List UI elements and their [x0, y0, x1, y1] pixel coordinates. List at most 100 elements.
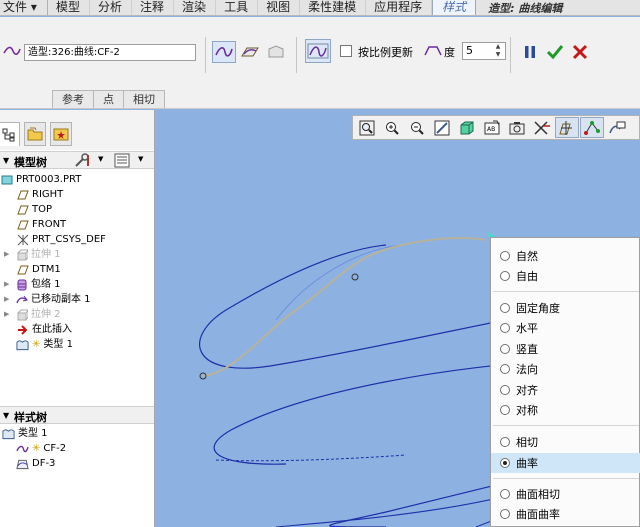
model-tree-tab-icon[interactable]: [0, 122, 20, 146]
style-tree-item-df-3[interactable]: DF-3: [16, 456, 55, 471]
cos-curve-button[interactable]: [264, 41, 288, 63]
menu-option-vertical[interactable]: 竖直: [491, 339, 640, 359]
tree-item-extrude-2[interactable]: ▶ 拉伸 2: [4, 307, 61, 322]
tree-item-extrude-1[interactable]: ▶ 拉伸 1: [4, 247, 61, 262]
menu-option-symmetric[interactable]: 对称: [491, 400, 640, 420]
tools-dropdown-icon[interactable]: ▼: [98, 155, 103, 163]
menu-option-surface-curvature[interactable]: 曲面曲率: [491, 504, 640, 524]
tab-points[interactable]: 点: [93, 90, 124, 108]
view-toolbar: AB: [352, 115, 640, 140]
settings-tools-icon[interactable]: [74, 153, 92, 171]
radio-button[interactable]: [500, 509, 510, 519]
model-tree-header[interactable]: ▼ 模型树 ▼ ▼: [0, 151, 154, 171]
annotation-display-icon[interactable]: [605, 117, 629, 138]
radio-button[interactable]: [500, 303, 510, 313]
menu-option-natural[interactable]: 自然: [491, 246, 640, 266]
menu-option-horizontal[interactable]: 水平: [491, 318, 640, 338]
tree-item-right-plane[interactable]: RIGHT: [16, 187, 63, 202]
tab-tangency[interactable]: 相切: [123, 90, 165, 108]
curvature-plot-button[interactable]: [305, 39, 331, 63]
datum-display-icon[interactable]: [530, 117, 554, 138]
show-list-icon[interactable]: [114, 153, 130, 171]
radio-button-selected[interactable]: [500, 458, 510, 468]
radio-button[interactable]: [500, 251, 510, 261]
menu-applications[interactable]: 应用程序: [366, 0, 433, 15]
menu-option-free[interactable]: 自由: [491, 266, 640, 286]
menu-tools[interactable]: 工具: [216, 0, 259, 15]
zoom-in-icon[interactable]: [380, 117, 404, 138]
show-dropdown-icon[interactable]: ▼: [138, 155, 143, 163]
radio-button[interactable]: [500, 489, 510, 499]
expand-arrow-icon[interactable]: ▶: [4, 247, 12, 262]
menu-analysis[interactable]: 分析: [90, 0, 133, 15]
proportional-update-checkbox[interactable]: [340, 45, 352, 57]
radio-button[interactable]: [500, 271, 510, 281]
menu-option-curvature[interactable]: 曲率: [491, 453, 640, 473]
tangency-context-menu: 自然 自由 固定角度 水平 竖直 法向 对齐 对称 相切 曲率 曲面相切 曲面曲…: [490, 237, 640, 527]
free-curve-button[interactable]: [212, 41, 236, 63]
radio-button[interactable]: [500, 405, 510, 415]
menu-file[interactable]: 文件 ▾: [0, 0, 48, 15]
degree-icon: [424, 44, 442, 59]
star-icon: ✳: [32, 339, 41, 350]
folder-browser-tab-icon[interactable]: [24, 122, 46, 146]
tree-item-part[interactable]: PRT0003.PRT: [0, 172, 81, 187]
tab-references[interactable]: 参考: [52, 90, 94, 108]
menu-separator: [493, 425, 639, 426]
point-display-icon[interactable]: [580, 117, 604, 138]
expand-arrow-icon[interactable]: ▶: [4, 307, 12, 322]
pause-button[interactable]: [518, 41, 542, 63]
tree-item-moved-copy-1[interactable]: ▶ 已移动副本 1: [4, 292, 91, 307]
style-tree-item-cf-2[interactable]: ✳ CF-2: [16, 441, 66, 456]
style-tree-header[interactable]: ▼ 样式树: [0, 406, 154, 424]
menu-option-align[interactable]: 对齐: [491, 380, 640, 400]
tree-item-front-plane[interactable]: FRONT: [16, 217, 66, 232]
moved-copy-icon: [15, 293, 28, 306]
menu-view[interactable]: 视图: [258, 0, 301, 15]
tree-item-top-plane[interactable]: TOP: [16, 202, 52, 217]
saved-views-icon[interactable]: AB: [480, 117, 504, 138]
planar-curve-button[interactable]: [238, 41, 262, 63]
menu-render[interactable]: 渲染: [174, 0, 217, 15]
collapse-caret-icon[interactable]: ▼: [3, 411, 9, 420]
expand-arrow-icon[interactable]: ▶: [4, 277, 12, 292]
tree-item-style-1[interactable]: ✳ 类型 1: [16, 337, 73, 352]
menu-flexible-modeling[interactable]: 柔性建模: [300, 0, 367, 15]
radio-button[interactable]: [500, 344, 510, 354]
view-manager-icon[interactable]: [505, 117, 529, 138]
tree-item-dtm1[interactable]: DTM1: [16, 262, 61, 277]
curve-name-field[interactable]: 造型:326:曲线:CF-2: [24, 44, 196, 61]
expand-arrow-icon[interactable]: ▶: [4, 292, 12, 307]
ribbon-separator: [296, 37, 297, 73]
favorites-tab-icon[interactable]: [50, 122, 72, 146]
menu-option-surface-tangent[interactable]: 曲面相切: [491, 484, 640, 504]
style-tree-item-type-1[interactable]: 类型 1: [2, 426, 48, 441]
refit-icon[interactable]: [355, 117, 379, 138]
cancel-x-icon[interactable]: [568, 41, 592, 63]
radio-button[interactable]: [500, 385, 510, 395]
radio-button[interactable]: [500, 364, 510, 374]
tree-item-insert-here[interactable]: 在此插入: [16, 322, 72, 337]
menu-style-tab[interactable]: 样式: [432, 0, 477, 15]
repaint-icon[interactable]: [430, 117, 454, 138]
style-feature-icon: [2, 427, 15, 440]
menu-annotate[interactable]: 注释: [132, 0, 175, 15]
radio-button[interactable]: [500, 437, 510, 447]
menu-option-normal[interactable]: 法向: [491, 359, 640, 379]
tree-item-wrap-1[interactable]: ▶ 包络 1: [4, 277, 61, 292]
datum-plane-display-icon[interactable]: [555, 117, 579, 138]
collapse-caret-icon[interactable]: ▼: [3, 156, 9, 165]
tree-item-csys[interactable]: PRT_CSYS_DEF: [16, 232, 106, 247]
menu-option-fixed-angle[interactable]: 固定角度: [491, 298, 640, 318]
zoom-out-icon[interactable]: [405, 117, 429, 138]
degree-stepper[interactable]: ▲ ▼: [492, 43, 504, 59]
menu-option-tangent[interactable]: 相切: [491, 432, 640, 452]
free-curve-icon: [16, 442, 29, 455]
style-tree-title: 样式树: [14, 411, 47, 424]
ok-check-icon[interactable]: [543, 41, 567, 63]
tree-item-label: PRT_CSYS_DEF: [32, 234, 106, 245]
menu-model[interactable]: 模型: [48, 0, 91, 15]
radio-button[interactable]: [500, 323, 510, 333]
ribbon-separator: [510, 37, 511, 73]
display-style-icon[interactable]: [455, 117, 479, 138]
